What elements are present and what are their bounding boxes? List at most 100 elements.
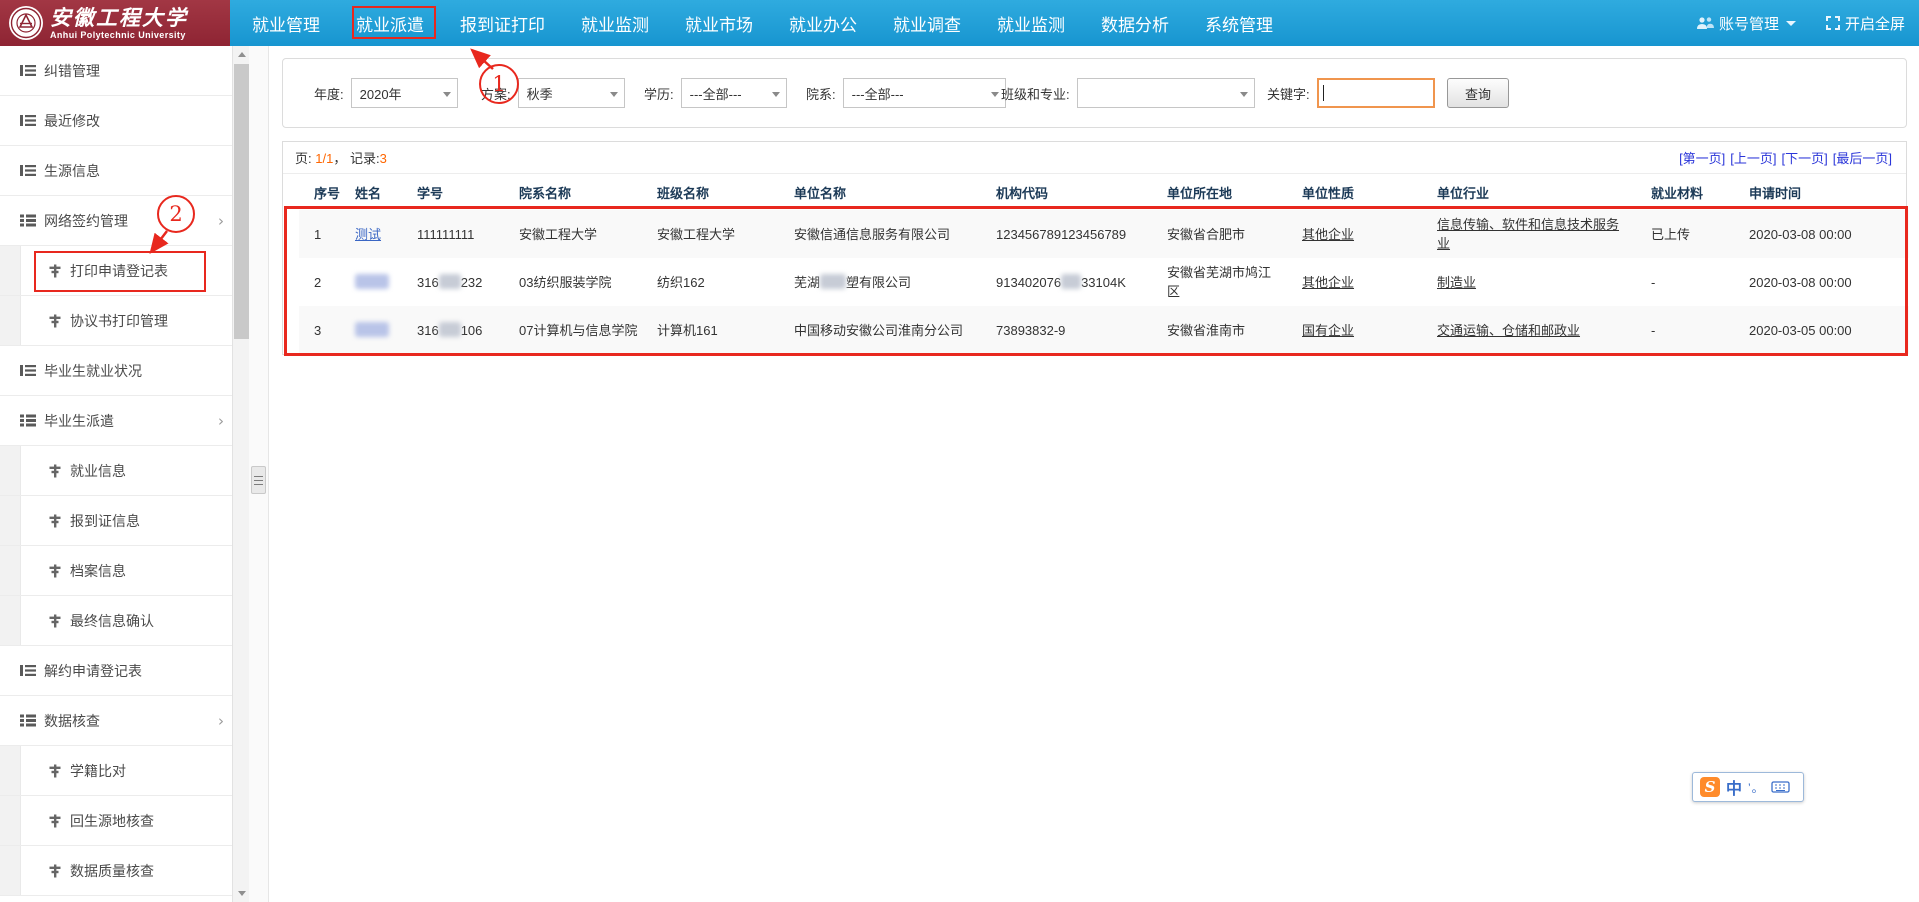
- combo-arrow-icon: [610, 92, 618, 97]
- page: 安徽工程大学 Anhui Polytechnic University 就业管理…: [0, 0, 1919, 902]
- university-name-zh: 安徽工程大学: [50, 7, 188, 28]
- sidebar-item-16[interactable]: 数据质量核查: [0, 846, 232, 896]
- text-caret: [1323, 85, 1324, 101]
- ime-language-toggle[interactable]: 中: [1726, 775, 1742, 799]
- fullscreen-button[interactable]: 开启全屏: [1826, 13, 1905, 34]
- column-header: 单位行业: [1437, 174, 1651, 210]
- sidebar-item-8[interactable]: 就业信息: [0, 446, 232, 496]
- signpost-icon: [48, 864, 62, 878]
- sidebar-item-7[interactable]: 毕业生派遣›: [0, 396, 232, 446]
- sidebar-item-2[interactable]: 生源信息: [0, 146, 232, 196]
- sidebar-item-13[interactable]: 数据核查›: [0, 696, 232, 746]
- scroll-down-icon: [238, 891, 246, 896]
- keyboard-icon[interactable]: [1771, 780, 1790, 794]
- sidebar-item-10[interactable]: 档案信息: [0, 546, 232, 596]
- ime-punctuation-toggle[interactable]: ’。: [1748, 779, 1765, 796]
- table-cell: 2: [299, 258, 355, 306]
- scrollbar-thumb[interactable]: [234, 64, 249, 339]
- sidebar-item-6[interactable]: 毕业生就业状况: [0, 346, 232, 396]
- sidebar-item-12[interactable]: 解约申请登记表: [0, 646, 232, 696]
- sidebar-item-11[interactable]: 最终信息确认: [0, 596, 232, 646]
- nav-item-7[interactable]: 就业监测: [997, 11, 1065, 36]
- first-page-link[interactable]: [第一页]: [1679, 148, 1725, 167]
- nav-item-0[interactable]: 就业管理: [252, 11, 320, 36]
- table-body: 1测试111111111安徽工程大学安徽工程大学安徽信通信息服务有限公司1234…: [299, 210, 1909, 354]
- table-cell: 316106: [417, 306, 519, 354]
- table-cell: 其他企业: [1302, 258, 1437, 306]
- column-header: 院系名称: [519, 174, 657, 210]
- sidebar-item-label: 生源信息: [44, 161, 100, 181]
- sogou-logo-icon[interactable]: S: [1700, 777, 1720, 797]
- nav-item-3[interactable]: 就业监测: [581, 11, 649, 36]
- splitter-grip-icon[interactable]: [251, 466, 266, 494]
- keyword-input[interactable]: [1317, 78, 1435, 108]
- sidebar-item-label: 协议书打印管理: [70, 311, 168, 331]
- list-icon: [20, 64, 36, 77]
- last-page-link[interactable]: [最后一页]: [1833, 148, 1892, 167]
- nav-item-6[interactable]: 就业调查: [893, 11, 961, 36]
- nav-item-8[interactable]: 数据分析: [1101, 11, 1169, 36]
- cell-text: 91340207633104K: [996, 275, 1126, 290]
- cell-text: 其他企业: [1302, 275, 1354, 290]
- list-icon: [20, 364, 36, 377]
- cell-text: 芜湖塑有限公司: [794, 275, 911, 290]
- sidebar-item-4[interactable]: 打印申请登记表: [0, 246, 232, 296]
- cell-text: 其他企业: [1302, 227, 1354, 242]
- grid-list-icon: [20, 214, 36, 227]
- search-button[interactable]: 查询: [1447, 78, 1509, 108]
- nav-item-4[interactable]: 就业市场: [685, 11, 753, 36]
- table-cell: 73893832-9: [996, 306, 1167, 354]
- filter-label: 院系:: [806, 84, 836, 103]
- class-major-select[interactable]: [1077, 78, 1255, 108]
- sidebar-item-label: 报到证信息: [70, 511, 140, 531]
- table-cell: 其他企业: [1302, 210, 1437, 258]
- filter-panel: 年度:2020年方案:秋季学历:---全部---院系:---全部---班级和专业…: [282, 58, 1907, 128]
- prev-page-link[interactable]: [上一页]: [1730, 148, 1776, 167]
- cell-text: 信息传输、软件和信息技术服务业: [1437, 217, 1619, 251]
- sidebar-item-5[interactable]: 协议书打印管理: [0, 296, 232, 346]
- student-name-link[interactable]: [355, 275, 389, 290]
- table-cell: 91340207633104K: [996, 258, 1167, 306]
- top-bar: 安徽工程大学 Anhui Polytechnic University 就业管理…: [0, 0, 1919, 46]
- sidebar-item-9[interactable]: 报到证信息: [0, 496, 232, 546]
- sidebar-splitter[interactable]: [249, 46, 269, 902]
- nav-item-5[interactable]: 就业办公: [789, 11, 857, 36]
- scroll-up-button[interactable]: [233, 46, 250, 63]
- column-header: 姓名: [355, 174, 417, 210]
- ime-status-bar[interactable]: S 中 ’。: [1692, 772, 1804, 802]
- next-page-link[interactable]: [下一页]: [1782, 148, 1828, 167]
- cell-text: 制造业: [1437, 275, 1476, 290]
- column-header: 单位所在地: [1167, 174, 1302, 210]
- scheme-select[interactable]: 秋季: [518, 78, 625, 108]
- degree-select[interactable]: ---全部---: [681, 78, 787, 108]
- sidebar-item-3[interactable]: 网络签约管理›: [0, 196, 232, 246]
- nav-item-2[interactable]: 报到证打印: [460, 11, 545, 36]
- year-select[interactable]: 2020年: [351, 78, 458, 108]
- nav-item-1[interactable]: 就业派遣: [356, 11, 424, 36]
- sidebar-scrollbar[interactable]: [232, 46, 249, 902]
- student-name-link[interactable]: [355, 323, 389, 338]
- sidebar-item-15[interactable]: 回生源地核查: [0, 796, 232, 846]
- table-cell: [355, 258, 417, 306]
- table-cell: 07计算机与信息学院: [519, 306, 657, 354]
- filter-group-5: 关键字:: [1267, 78, 1435, 108]
- nav-item-9[interactable]: 系统管理: [1205, 11, 1273, 36]
- table-cell: 03纺织服装学院: [519, 258, 657, 306]
- table-panel: 页: 1/1， 记录:3 [第一页][上一页][下一页][最后一页] 序号姓名学…: [282, 141, 1907, 355]
- signpost-icon: [48, 264, 62, 278]
- scroll-down-button[interactable]: [233, 885, 250, 902]
- table-cell: -: [1651, 258, 1749, 306]
- cell-text: 316106: [417, 323, 482, 338]
- sidebar-item-0[interactable]: 纠错管理: [0, 46, 232, 96]
- table-cell: 2020-03-08 00:00: [1749, 258, 1909, 306]
- sidebar-item-1[interactable]: 最近修改: [0, 96, 232, 146]
- table-cell: 2020-03-08 00:00: [1749, 210, 1909, 258]
- column-header: 序号: [299, 174, 355, 210]
- department-select[interactable]: ---全部---: [843, 78, 1006, 108]
- table-cell: 安徽省淮南市: [1167, 306, 1302, 354]
- sidebar-item-14[interactable]: 学籍比对: [0, 746, 232, 796]
- signpost-icon: [48, 464, 62, 478]
- selected-value: 秋季: [527, 84, 553, 103]
- student-name-link[interactable]: 测试: [355, 227, 381, 242]
- account-menu[interactable]: 账号管理: [1696, 13, 1796, 34]
